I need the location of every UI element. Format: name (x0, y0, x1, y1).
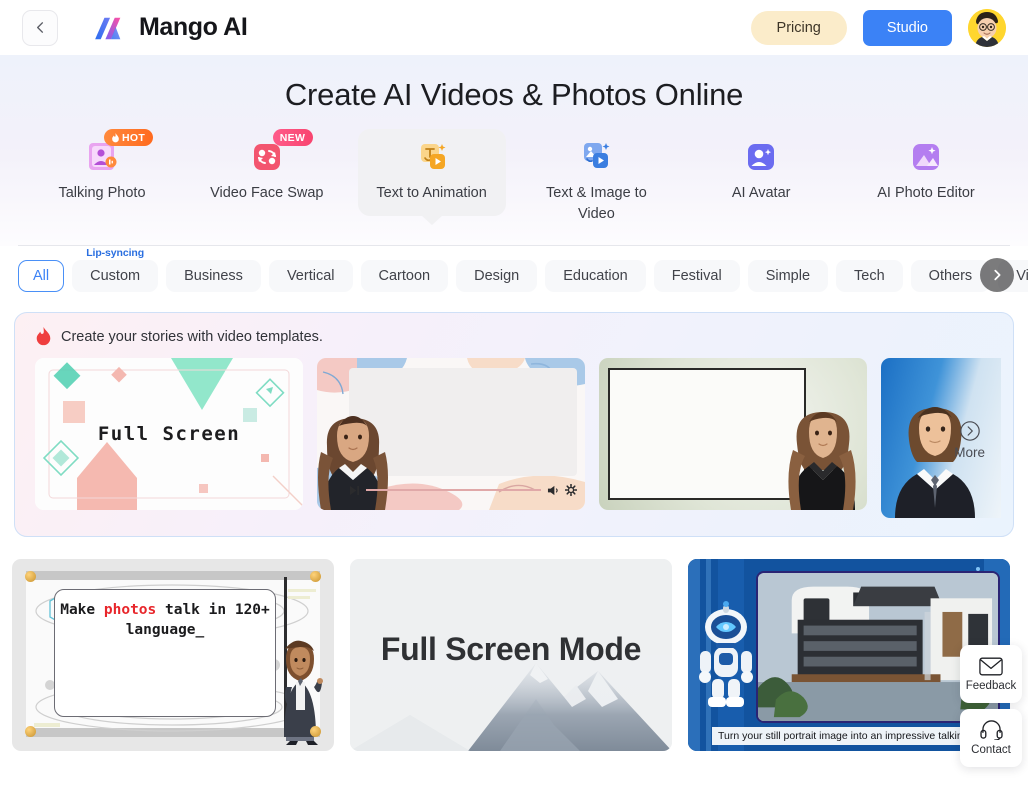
badge-new: NEW (272, 129, 314, 146)
chip-simple[interactable]: Simple (747, 260, 829, 293)
template-card-full-screen[interactable]: Full Screen (35, 358, 303, 511)
fire-icon (112, 132, 119, 142)
feature-tab-ai-avatar[interactable]: AI Avatar (687, 129, 835, 216)
feedback-label: Feedback (965, 679, 1017, 692)
face-swap-icon: NEW (249, 129, 314, 175)
gallery-card-full-screen-mode[interactable]: Full Screen Mode (350, 559, 672, 752)
studio-button[interactable]: Studio (862, 9, 952, 46)
card-caption: Turn your still portrait image into an i… (712, 727, 1002, 746)
feature-tab-label: AI Photo Editor (877, 185, 975, 201)
chip-others[interactable]: Others (910, 260, 991, 293)
chips-scroll-right-button[interactable] (980, 258, 1014, 293)
category-filter-bar: All Lip-syncing Custom Business Vertical… (0, 246, 1028, 304)
chip-festival[interactable]: Festival (653, 260, 740, 293)
chip-vertical[interactable]: Vertical (268, 260, 353, 293)
chip-education[interactable]: Education (545, 260, 646, 293)
settings-gear-icon[interactable] (565, 484, 577, 497)
hero-section: Create AI Videos & Photos Online HOT Tal… (0, 55, 1028, 247)
floating-support-widget: Feedback Contact (960, 645, 1022, 767)
headset-icon (979, 720, 1003, 740)
chip-label: Custom (90, 268, 141, 285)
chevron-right-icon (994, 269, 1001, 281)
app-header: Mango AI Pricing Studio (0, 0, 1028, 55)
chip-all[interactable]: All (18, 260, 65, 293)
contact-button[interactable]: Contact (960, 709, 1022, 767)
badge-hot: HOT (104, 129, 154, 146)
badge-new-label: NEW (279, 131, 306, 144)
header-actions: Pricing Studio (750, 8, 1006, 47)
presenter-photo (788, 412, 856, 511)
fire-icon (36, 327, 51, 346)
pricing-button[interactable]: Pricing (750, 10, 847, 45)
whiteboard-text: Make photos talk in 120+ language_ (58, 601, 272, 640)
chip-custom[interactable]: Lip-syncing Custom (72, 247, 159, 293)
feature-tab-label: Text & Image to Video (546, 185, 647, 222)
play-next-icon[interactable] (349, 485, 360, 496)
text-animation-icon (414, 139, 450, 175)
video-templates-panel: Create your stories with video templates… (14, 312, 1014, 538)
text-image-video-icon (578, 139, 614, 175)
text-highlight: photos (103, 602, 157, 619)
back-button[interactable] (22, 9, 58, 46)
talking-photo-icon: HOT (84, 129, 154, 175)
text-before: Make (60, 602, 104, 619)
chip-cartoon[interactable]: Cartoon (360, 260, 449, 293)
category-chips: All Lip-syncing Custom Business Vertical… (18, 247, 1028, 293)
circle-arrow-right-icon (959, 421, 980, 441)
ai-avatar-icon (743, 139, 779, 175)
contact-label: Contact (971, 744, 1011, 756)
video-templates-heading: Create your stories with video templates… (35, 327, 995, 346)
app-page: Mango AI Pricing Studio Create AI Videos… (0, 0, 1028, 788)
template-card-title: Full Screen (97, 423, 241, 446)
feature-tab-label: Video Face Swap (210, 185, 324, 201)
feature-tab-label: Talking Photo (58, 185, 146, 201)
template-card-whiteboard-presenter[interactable] (599, 358, 867, 511)
brand-logo-group[interactable]: Mango AI (92, 13, 248, 42)
volume-icon[interactable] (547, 485, 559, 496)
badge-hot-label: HOT (122, 131, 146, 144)
chip-business[interactable]: Business (166, 260, 261, 293)
template-card-presenter-player[interactable] (317, 358, 585, 511)
video-player-controls[interactable] (349, 482, 577, 498)
card-title: Full Screen Mode (380, 631, 642, 668)
template-gallery: Make photos talk in 120+ language_ Full … (0, 537, 1028, 752)
more-templates-label: More (954, 445, 985, 461)
page-title: Create AI Videos & Photos Online (284, 77, 744, 112)
chip-badge-lip-syncing: Lip-syncing (86, 247, 145, 260)
robot-mascot (699, 601, 753, 708)
chip-tech[interactable]: Tech (836, 260, 903, 293)
feature-tab-video-face-swap[interactable]: NEW Video Face Swap (193, 129, 341, 216)
feature-tab-label: Text to Animation (376, 185, 487, 201)
video-templates-heading-text: Create your stories with video templates… (61, 328, 323, 345)
feature-tab-text-to-animation[interactable]: Text to Animation (357, 129, 506, 216)
video-templates-row: Full Screen More (35, 358, 1001, 519)
feature-tab-talking-photo[interactable]: HOT Talking Photo (28, 129, 176, 216)
gallery-card-make-photos-talk[interactable]: Make photos talk in 120+ language_ (12, 559, 334, 752)
feature-tab-label: AI Avatar (731, 185, 791, 201)
avatar[interactable] (968, 8, 1006, 47)
feature-tab-ai-photo-editor[interactable]: AI Photo Editor (852, 129, 1000, 216)
chip-design[interactable]: Design (456, 260, 538, 293)
envelope-icon (979, 657, 1003, 675)
avatar-face-icon (968, 8, 1006, 47)
progress-track[interactable] (366, 489, 541, 491)
feedback-button[interactable]: Feedback (960, 645, 1022, 703)
feature-tab-text-image-to-video[interactable]: Text & Image to Video (522, 129, 670, 236)
chevron-left-icon (36, 22, 43, 33)
brand-name: Mango AI (139, 13, 248, 41)
ai-photo-editor-icon (908, 139, 944, 175)
feature-tabs: HOT Talking Photo NEW Video Face Swap Te… (0, 113, 1028, 236)
more-templates-button[interactable]: More (954, 420, 985, 460)
whiteboard-surface (608, 368, 806, 501)
mango-ai-logo-icon (95, 17, 121, 39)
